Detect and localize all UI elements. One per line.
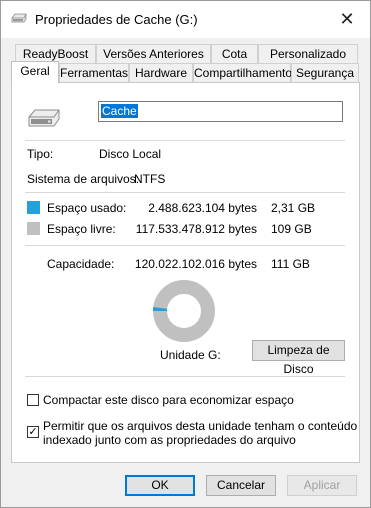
tab-seguranca[interactable]: Segurança — [291, 63, 359, 82]
close-icon: ✕ — [339, 9, 355, 29]
properties-window: Propriedades de Cache (G:) ✕ ReadyBoost … — [0, 0, 371, 508]
separator — [25, 376, 345, 377]
window-title: Propriedades de Cache (G:) — [35, 12, 198, 27]
type-label: Tipo: — [27, 147, 54, 161]
tab-ferramentas[interactable]: Ferramentas — [59, 63, 129, 82]
used-space-bytes: 2.488.623.104 bytes — [148, 201, 257, 215]
apply-button[interactable]: Aplicar — [287, 475, 357, 496]
capacity-bytes: 120.022.102.016 bytes — [134, 257, 257, 271]
used-space-label: Espaço usado: — [47, 201, 127, 215]
free-space-label: Espaço livre: — [47, 222, 116, 236]
drive-caption: Unidade G: — [160, 348, 221, 362]
free-space-swatch — [27, 222, 40, 235]
tab-versoes-anteriores[interactable]: Versões Anteriores — [96, 44, 211, 63]
separator — [25, 192, 345, 193]
drive-icon — [28, 109, 60, 127]
drive-icon — [11, 13, 27, 23]
filesystem-value: NTFS — [134, 172, 166, 186]
type-value: Disco Local — [99, 147, 162, 161]
filesystem-label: Sistema de arquivos: — [27, 172, 140, 186]
index-label-line2: indexado junto com as propriedades do ar… — [43, 433, 296, 447]
capacity-size: 111 GB — [271, 257, 310, 271]
free-space-bytes: 117.533.478.912 bytes — [135, 222, 257, 236]
used-space-swatch — [27, 201, 40, 214]
capacity-label: Capacidade: — [47, 257, 115, 271]
free-space-size: 109 GB — [271, 222, 312, 236]
drive-name-value: Cache — [101, 104, 138, 118]
disk-usage-donut — [153, 280, 215, 342]
close-button[interactable]: ✕ — [324, 1, 370, 38]
drive-name-input[interactable]: Cache — [98, 101, 343, 122]
tab-geral[interactable]: Geral — [11, 61, 59, 83]
disk-cleanup-button[interactable]: Limpeza de Disco — [252, 340, 345, 376]
ok-button[interactable]: OK — [125, 475, 195, 496]
index-label-line1: Permitir que os arquivos desta unidade t… — [43, 419, 358, 433]
separator — [25, 140, 345, 141]
separator — [25, 245, 345, 246]
compress-checkbox[interactable] — [27, 394, 39, 406]
used-space-size: 2,31 GB — [271, 201, 316, 215]
tab-cota[interactable]: Cota — [211, 44, 258, 63]
tab-compartilhamento[interactable]: Compartilhamento — [193, 63, 292, 82]
title-bar[interactable]: Propriedades de Cache (G:) ✕ — [1, 1, 370, 38]
index-checkbox[interactable]: ✓ — [27, 426, 39, 438]
free-space-ring — [153, 280, 215, 342]
compress-label: Compactar este disco para economizar esp… — [43, 393, 294, 407]
tab-personalizado[interactable]: Personalizado — [258, 44, 358, 63]
tab-hardware[interactable]: Hardware — [129, 63, 193, 82]
cancel-button[interactable]: Cancelar — [206, 475, 276, 496]
